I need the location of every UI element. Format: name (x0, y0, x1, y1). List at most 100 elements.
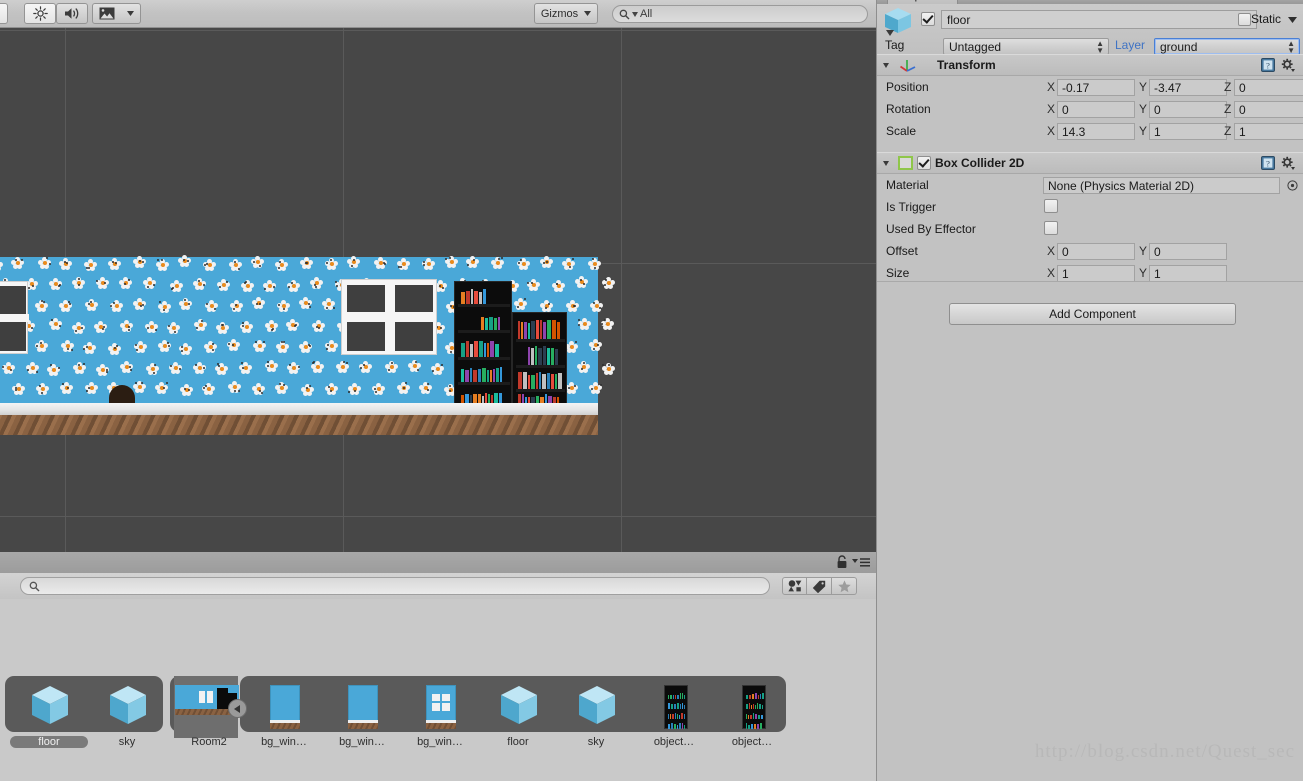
chevron-down-icon[interactable] (1288, 17, 1297, 23)
asset-item[interactable]: bg_win… (401, 676, 479, 776)
offset-y-field[interactable]: 0 (1149, 243, 1227, 260)
vector-row: ScaleX14.3Y1Z1 (877, 120, 1303, 142)
image-icon (99, 7, 115, 20)
project-search-input[interactable] (20, 577, 770, 595)
asset-item[interactable]: sky (88, 676, 166, 776)
asset-item[interactable]: bg_win… (245, 676, 323, 776)
position-y-field[interactable]: -3.47 (1149, 79, 1227, 96)
book (483, 289, 486, 304)
used-by-effector-checkbox[interactable] (1044, 221, 1058, 235)
wallpaper-flower (241, 280, 254, 291)
asset-item[interactable]: floor (479, 676, 557, 776)
offset-x-field[interactable]: 0 (1057, 243, 1135, 260)
foldout-arrow-icon[interactable] (883, 63, 889, 68)
position-x-field[interactable]: -0.17 (1057, 79, 1135, 96)
wallpaper-flower (325, 340, 338, 351)
box-collider-2d-header[interactable]: Box Collider 2D ? (877, 152, 1303, 174)
asset-type-filter-icon (788, 580, 802, 592)
book (466, 341, 469, 357)
asset-label: bg_win… (323, 736, 401, 748)
project-panel: floor sky Room2 bg_win… bg_win… bg_win… (0, 552, 876, 781)
static-checkbox[interactable] (1238, 13, 1251, 26)
book (528, 323, 530, 339)
label-filter-button[interactable] (807, 577, 832, 595)
project-asset-grid[interactable]: floor sky Room2 bg_win… bg_win… bg_win… (0, 599, 876, 781)
book (484, 343, 486, 357)
object-picker-icon[interactable] (1287, 180, 1298, 191)
wallpaper-flower (251, 256, 264, 267)
axis-label-y: Y (1139, 80, 1147, 94)
size-x-field[interactable]: 1 (1057, 265, 1135, 282)
wallpaper-flower (155, 382, 168, 393)
wallpaper-flower (397, 258, 410, 269)
vector-row: OffsetX0Y0 (877, 240, 1303, 262)
book (461, 292, 465, 304)
asset-type-filter-button[interactable] (782, 577, 807, 595)
wallpaper-flower (466, 256, 479, 267)
wallpaper-flower (61, 340, 74, 351)
position-z-field[interactable]: 0 (1234, 79, 1303, 96)
gameobject-name-field[interactable]: floor (941, 10, 1257, 29)
book (466, 291, 470, 304)
gear-icon[interactable] (1281, 156, 1295, 170)
rotation-y-field[interactable]: 0 (1149, 101, 1227, 118)
scene-fx-dropdown[interactable] (121, 3, 141, 24)
wallpaper-flower (601, 318, 614, 329)
size-y-field[interactable]: 1 (1149, 265, 1227, 282)
book (551, 348, 554, 365)
material-field[interactable]: None (Physics Material 2D) (1043, 177, 1280, 194)
scene-lighting-toggle[interactable] (24, 3, 56, 24)
box-collider-2d-enabled-checkbox[interactable] (917, 156, 931, 170)
scale-x-field[interactable]: 14.3 (1057, 123, 1135, 140)
axis-label-y: Y (1139, 266, 1147, 280)
scene-audio-toggle[interactable] (56, 3, 88, 24)
material-row: Material None (Physics Material 2D) (877, 174, 1303, 196)
toggle-2d-mode[interactable]: 2D (0, 3, 8, 24)
asset-item[interactable]: floor (10, 676, 88, 776)
asset-item[interactable]: sky (557, 676, 635, 776)
is-trigger-label: Is Trigger (886, 200, 936, 214)
book (470, 368, 472, 382)
field-label: Rotation (886, 102, 931, 116)
asset-item[interactable]: Room2 (170, 676, 248, 776)
scale-y-field[interactable]: 1 (1149, 123, 1227, 140)
scene-view[interactable] (0, 28, 876, 552)
is-trigger-checkbox[interactable] (1044, 199, 1058, 213)
wallpaper-flower (72, 277, 85, 288)
scene-view-toolbar: 2D (0, 0, 876, 28)
asset-item[interactable]: object… (713, 676, 791, 776)
gear-icon[interactable] (1281, 58, 1295, 72)
help-book-icon[interactable]: ? (1261, 58, 1275, 72)
asset-item[interactable]: object… (635, 676, 713, 776)
favorites-filter-button[interactable] (832, 577, 857, 595)
asset-thumbnail (724, 682, 780, 732)
asset-item[interactable]: bg_win… (323, 676, 401, 776)
book (547, 373, 550, 389)
rotation-z-field[interactable]: 0 (1234, 101, 1303, 118)
transform-header[interactable]: Transform ? (877, 54, 1303, 76)
wallpaper-flower (276, 341, 289, 352)
scene-fx-toggle[interactable] (92, 3, 122, 24)
collider-vector-rows: OffsetX0Y0SizeX1Y1 (877, 240, 1303, 284)
tag-dropdown[interactable]: Untagged ▲▼ (943, 38, 1109, 55)
lock-icon[interactable] (836, 555, 848, 569)
scene-search-input[interactable]: All (612, 5, 868, 23)
field-label: Offset (886, 244, 918, 258)
wallpaper-flower (265, 320, 278, 331)
add-component-button[interactable]: Add Component (949, 303, 1236, 325)
scale-z-field[interactable]: 1 (1234, 123, 1303, 140)
help-book-icon[interactable]: ? (1261, 156, 1275, 170)
book (531, 348, 534, 365)
wallpaper-flower (336, 361, 349, 372)
rotation-x-field[interactable]: 0 (1057, 101, 1135, 118)
vector-row: PositionX-0.17Y-3.47Z0 (877, 76, 1303, 98)
gizmos-dropdown-button[interactable]: Gizmos (534, 3, 598, 24)
asset-label: bg_win… (401, 736, 479, 748)
foldout-arrow-icon[interactable] (883, 161, 889, 166)
asset-label: floor (479, 736, 557, 748)
wallpaper-flower (216, 322, 229, 333)
hamburger-menu-icon[interactable] (852, 557, 870, 568)
wallpaper-flower (312, 320, 325, 331)
layer-dropdown[interactable]: ground ▲▼ (1154, 38, 1300, 55)
gameobject-enabled-checkbox[interactable] (921, 12, 935, 26)
